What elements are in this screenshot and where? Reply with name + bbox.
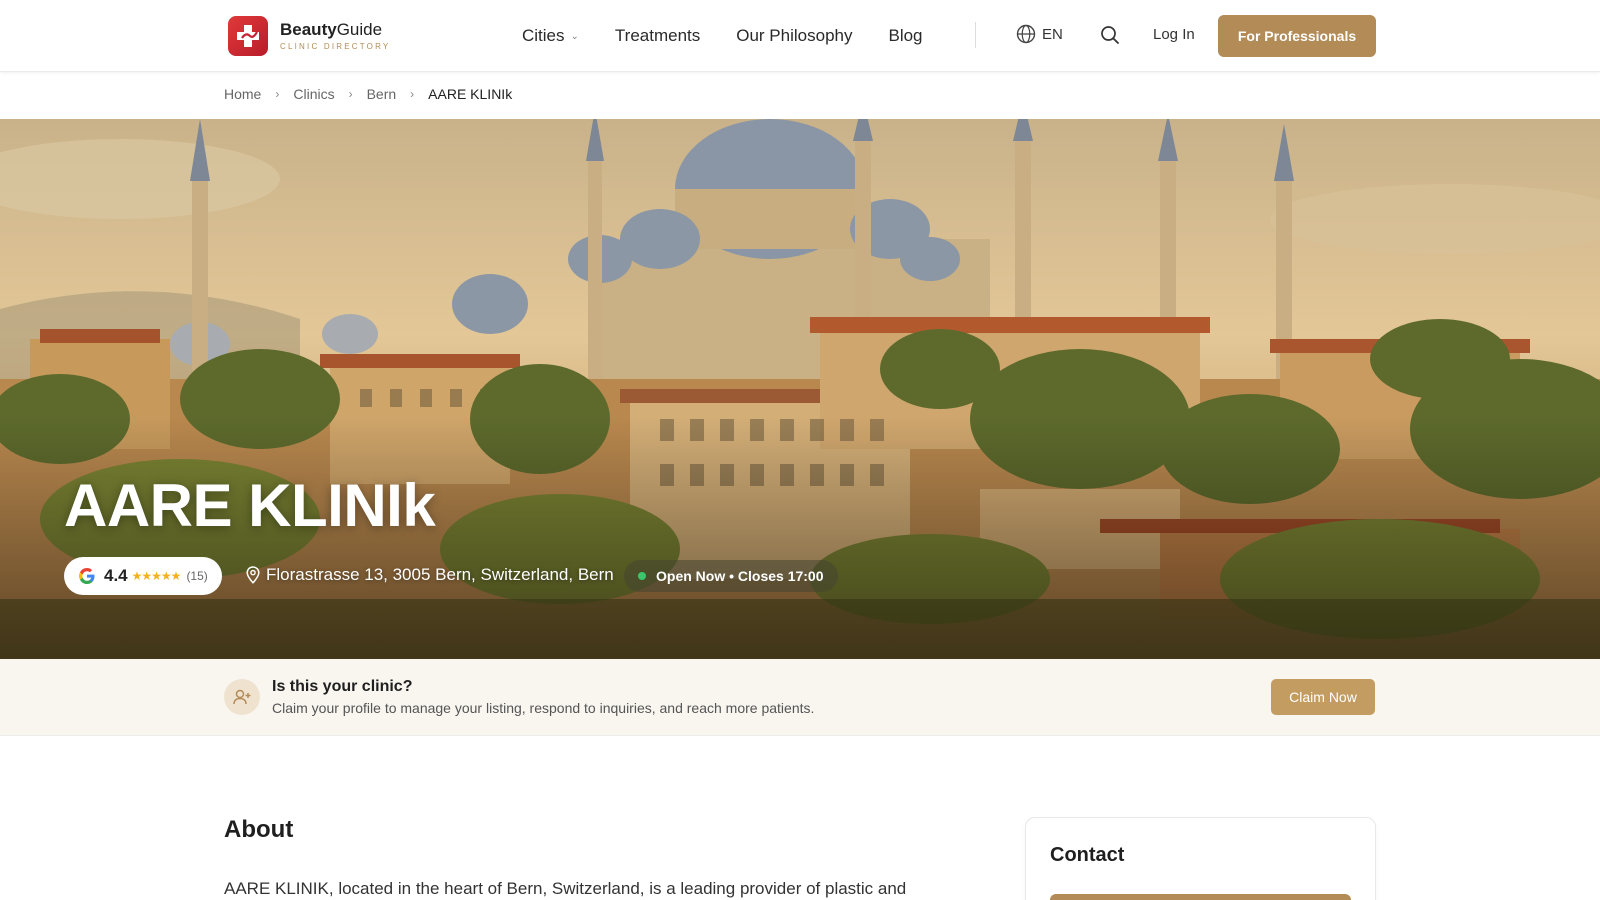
chevron-right-icon: › <box>410 87 415 101</box>
review-count: (15) <box>186 569 208 583</box>
breadcrumb-clinics[interactable]: Clinics <box>293 86 334 102</box>
for-professionals-button[interactable]: For Professionals <box>1218 15 1376 57</box>
status-dot-icon <box>638 572 646 580</box>
map-pin-icon <box>246 566 260 584</box>
globe-icon <box>1016 24 1036 44</box>
hero-banner: AARE KLINIk 4.4 ★★★★★ (15) Florastrasse … <box>0 119 1600 659</box>
breadcrumb-bern[interactable]: Bern <box>367 86 397 102</box>
chevron-right-icon: › <box>348 87 353 101</box>
claim-clinic-banner: Is this your clinic? Claim your profile … <box>0 659 1600 736</box>
breadcrumb-current: AARE KLINIk <box>428 86 513 102</box>
contact-action-button[interactable] <box>1050 894 1351 900</box>
contact-card: Contact <box>1025 817 1376 900</box>
opening-status-text: Open Now • Closes 17:00 <box>656 568 824 584</box>
nav-item-treatments[interactable]: Treatments <box>615 26 700 46</box>
search-button[interactable] <box>1100 25 1120 50</box>
nav-item-cities[interactable]: Cities ⌄ <box>522 26 579 46</box>
chevron-right-icon: › <box>275 87 280 101</box>
star-rating-icon: ★★★★★ <box>131 569 182 583</box>
breadcrumb: Home › Clinics › Bern › AARE KLINIk <box>224 86 512 102</box>
logo-subtitle: CLINIC DIRECTORY <box>280 42 391 51</box>
language-selector[interactable]: EN <box>1016 24 1063 44</box>
clinic-address[interactable]: Florastrasse 13, 3005 Bern, Switzerland,… <box>246 565 614 585</box>
contact-heading: Contact <box>1050 844 1125 866</box>
chevron-down-icon: ⌄ <box>570 30 579 42</box>
opening-status-badge: Open Now • Closes 17:00 <box>624 560 838 592</box>
nav-divider <box>975 22 976 48</box>
claim-description: Claim your profile to manage your listin… <box>272 700 815 716</box>
claim-now-button[interactable]: Claim Now <box>1271 679 1375 715</box>
language-label: EN <box>1042 25 1063 43</box>
about-paragraph: AARE KLINIK, located in the heart of Ber… <box>224 879 907 898</box>
google-icon <box>79 568 95 584</box>
about-heading: About <box>224 816 294 843</box>
main-nav: Cities ⌄ Treatments Our Philosophy Blog <box>522 26 959 46</box>
nav-item-blog[interactable]: Blog <box>888 26 922 46</box>
clinic-name: AARE KLINIk <box>64 472 436 539</box>
user-plus-icon <box>224 679 260 715</box>
login-link[interactable]: Log In <box>1153 26 1195 43</box>
google-rating-badge[interactable]: 4.4 ★★★★★ (15) <box>64 557 222 595</box>
address-text: Florastrasse 13, 3005 Bern, Switzerland,… <box>266 565 614 584</box>
claim-title: Is this your clinic? <box>272 678 413 695</box>
rating-score: 4.4 <box>104 566 128 585</box>
search-icon <box>1101 26 1119 44</box>
logo-name: BeautyGuide <box>280 20 383 39</box>
nav-item-philosophy[interactable]: Our Philosophy <box>736 26 852 46</box>
site-logo[interactable]: BeautyGuide CLINIC DIRECTORY <box>228 16 390 56</box>
medical-cross-icon <box>228 16 268 56</box>
site-header: BeautyGuide CLINIC DIRECTORY Cities ⌄ Tre… <box>0 0 1600 72</box>
breadcrumb-home[interactable]: Home <box>224 86 261 102</box>
